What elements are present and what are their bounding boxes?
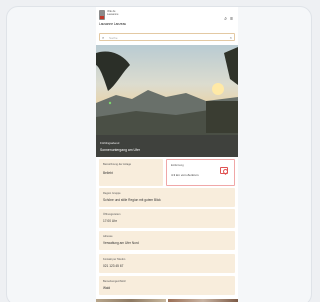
right-branch — [224, 47, 238, 85]
info-card-address: Adresse Verwaltung am Ufer Nord — [99, 231, 235, 250]
info-card-region: Region Gruppe Schöne und stille Region m… — [99, 188, 235, 207]
info-card-contact: Kontakt per Telefon 021 123 45 67 — [99, 254, 235, 273]
info-card-hours: Öffnungszeiten 17:00 Uhr — [99, 209, 235, 228]
info-value: 021 123 45 67 — [103, 264, 124, 268]
sun — [212, 83, 224, 95]
info-card-remarks: Bemerkungen/Notiz Wald — [99, 276, 235, 295]
info-value: 17:00 Uhr — [103, 219, 117, 223]
close-icon[interactable]: × — [230, 35, 232, 40]
hamburger-icon[interactable]: ≡ — [230, 17, 233, 22]
hero-title: Sonnenuntergang am Ufer — [100, 148, 140, 152]
logo-text: Ville de Lausanne — [107, 10, 118, 16]
search-icon: ⌕ — [102, 35, 105, 40]
info-label: Bemerkungen/Notiz — [103, 280, 126, 283]
header-actions: ⌕ ≡ — [224, 17, 233, 22]
info-label: Kontakt per Telefon — [103, 258, 126, 261]
info-label: Entfernung — [171, 164, 184, 167]
info-card-distance[interactable]: Entfernung 4.3 km vom Zentrum — [166, 159, 235, 186]
search-bar[interactable]: ⌕ Suche × — [99, 33, 235, 41]
info-label: Adresse — [103, 235, 113, 238]
tree-silhouette — [206, 101, 238, 133]
search-input[interactable]: Suche — [109, 36, 118, 40]
search-icon[interactable]: ⌕ — [224, 17, 227, 22]
foreground-leaves — [96, 51, 130, 91]
info-card-type: Bezeichnung der Anlage Beliebt — [99, 159, 163, 186]
info-value: 4.3 km vom Zentrum — [171, 173, 199, 177]
hero-caption — [96, 135, 238, 157]
hero-image: Frühlingsabend Sonnenuntergang am Ufer — [96, 45, 238, 157]
city-logo-icon[interactable] — [99, 10, 105, 20]
info-value: Beliebt — [103, 171, 113, 175]
mobile-page: Ville de Lausanne Lausanne Lanzeau ⌕ ≡ ⌕… — [96, 7, 238, 302]
info-value: Schöne und stille Region mit gutem Blick — [103, 198, 161, 202]
pin-marker — [108, 101, 112, 105]
info-label: Bezeichnung der Anlage — [103, 163, 132, 166]
map-pin-icon[interactable] — [220, 167, 228, 174]
logo-line-2: Lausanne — [107, 13, 119, 16]
info-value: Wald — [103, 286, 111, 290]
hero-kicker: Frühlingsabend — [100, 141, 120, 145]
info-label: Öffnungszeiten — [103, 213, 121, 216]
info-label: Region Gruppe — [103, 192, 121, 195]
top-bar: Ville de Lausanne Lausanne Lanzeau ⌕ ≡ — [96, 7, 238, 33]
page-title: Lausanne Lanzeau — [99, 22, 127, 26]
info-value: Verwaltung am Ufer Nord — [103, 241, 139, 245]
